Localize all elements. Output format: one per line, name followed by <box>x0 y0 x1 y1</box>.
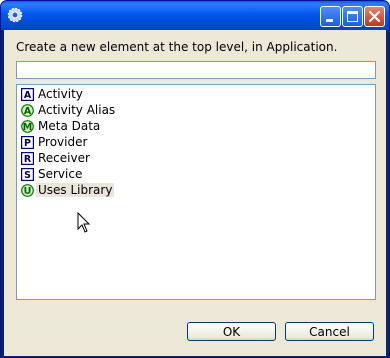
cancel-button[interactable]: Cancel <box>285 322 374 341</box>
maximize-icon <box>347 11 358 22</box>
svg-text:A: A <box>24 106 32 117</box>
dialog-body: Create a new element at the top level, i… <box>4 30 386 356</box>
maximize-button[interactable] <box>342 6 363 27</box>
list-item-provider[interactable]: P Provider <box>21 134 89 150</box>
list-item-service[interactable]: S Service <box>21 166 84 182</box>
list-item-label: Meta Data <box>38 119 101 133</box>
prompt-label: Create a new element at the top level, i… <box>16 40 338 54</box>
close-icon <box>368 10 381 23</box>
list-item-label: Service <box>38 167 83 181</box>
provider-icon: P <box>21 135 34 149</box>
minimize-icon <box>326 19 333 22</box>
receiver-icon: R <box>21 151 34 165</box>
list-item-activity-alias[interactable]: A Activity Alias <box>21 102 117 118</box>
meta-data-icon: M <box>21 119 34 133</box>
title-bar[interactable] <box>1 1 389 30</box>
list-item-uses-library[interactable]: U Uses Library <box>21 182 115 198</box>
list-item-label: Receiver <box>38 151 90 165</box>
svg-text:S: S <box>24 170 31 181</box>
list-item-label: Activity <box>38 87 83 101</box>
list-item-activity[interactable]: A Activity <box>21 86 85 102</box>
uses-library-icon: U <box>21 183 34 197</box>
filter-input[interactable] <box>16 61 376 79</box>
activity-alias-icon: A <box>21 103 34 117</box>
service-icon: S <box>21 167 34 181</box>
list-item-label: Provider <box>38 135 88 149</box>
svg-text:A: A <box>24 90 32 101</box>
list-item-meta-data[interactable]: M Meta Data <box>21 118 102 134</box>
activity-icon: A <box>21 87 34 101</box>
dialog-window: Create a new element at the top level, i… <box>0 0 390 358</box>
list-item-receiver[interactable]: R Receiver <box>21 150 92 166</box>
mouse-cursor-icon <box>77 212 91 233</box>
list-item-label: Activity Alias <box>38 103 116 117</box>
svg-text:U: U <box>24 186 32 197</box>
list-item-label: Uses Library <box>36 183 115 197</box>
svg-text:R: R <box>24 154 32 165</box>
svg-text:P: P <box>24 138 31 149</box>
ok-button[interactable]: OK <box>187 322 276 341</box>
app-gear-icon <box>7 7 23 23</box>
minimize-button[interactable] <box>320 6 341 27</box>
svg-text:M: M <box>23 122 32 133</box>
element-list[interactable]: A Activity A Activity Alias M Meta Data P Provi… <box>16 84 376 300</box>
close-button[interactable] <box>364 6 385 27</box>
